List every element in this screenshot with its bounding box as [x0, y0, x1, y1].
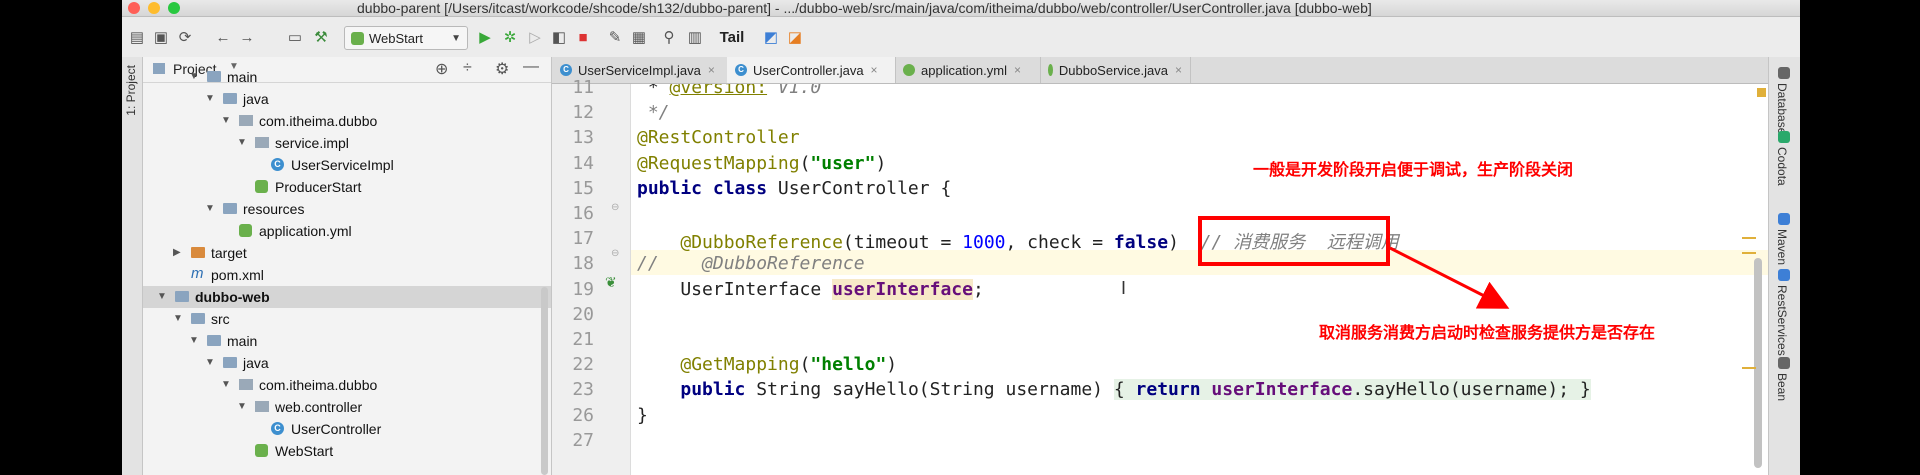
inspection-status-icon[interactable] [1757, 88, 1766, 97]
annotation-arrow [1389, 246, 1510, 309]
warning-stripe-marker[interactable] [1742, 237, 1756, 239]
bean-tool-icon [1778, 357, 1790, 369]
warning-stripe-marker[interactable] [1742, 367, 1756, 369]
tool-window-maven[interactable]: Maven [1775, 229, 1789, 265]
tool-window-database[interactable]: Database [1775, 83, 1789, 134]
right-tool-strip: Database Codota Maven RestServices Bean [1768, 57, 1800, 475]
tool-window-restservices[interactable]: RestServices [1775, 285, 1789, 356]
tool-window-codota[interactable]: Codota [1775, 147, 1789, 186]
ide-window: dubbo-parent [/Users/itcast/workcode/shc… [122, 0, 1800, 475]
maven-tool-icon [1778, 213, 1790, 225]
database-tool-icon [1778, 67, 1790, 79]
codota-tool-icon [1778, 131, 1790, 143]
restservices-tool-icon [1778, 269, 1790, 281]
warning-stripe-marker[interactable] [1742, 252, 1756, 254]
tool-window-bean[interactable]: Bean [1775, 373, 1789, 401]
editor-scrollbar[interactable] [1754, 258, 1762, 468]
